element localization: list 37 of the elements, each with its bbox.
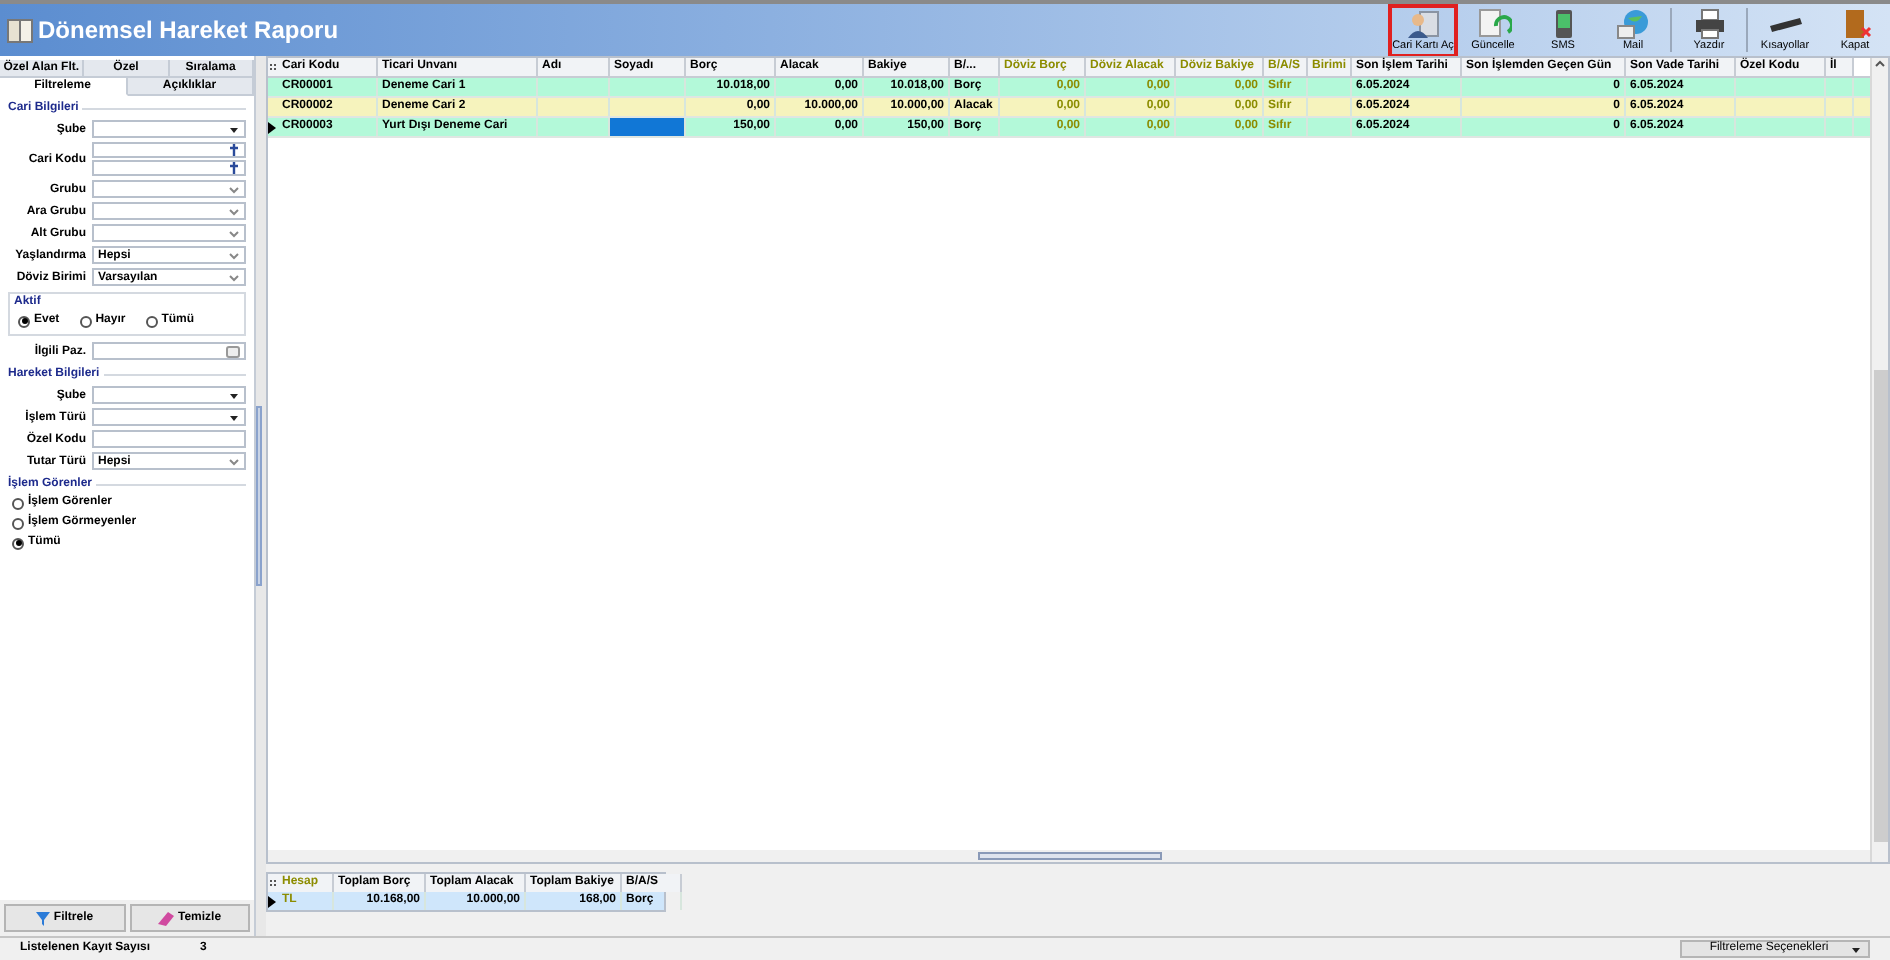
- input-field[interactable]: [92, 430, 246, 448]
- dropdown-arrow-icon: [1850, 943, 1862, 955]
- radio-button[interactable]: [79, 315, 92, 327]
- pin-icon: [228, 162, 240, 174]
- report-book-icon: [6, 17, 34, 43]
- document-refresh-icon: [1475, 7, 1511, 40]
- printer-icon: [1691, 7, 1727, 40]
- radio-button[interactable]: [12, 517, 24, 529]
- radio-button[interactable]: [145, 315, 158, 327]
- person-card-icon: [1405, 7, 1441, 40]
- scroll-up-icon[interactable]: [1874, 58, 1886, 70]
- scrollbar-thumb[interactable]: [1873, 370, 1887, 842]
- vertical-scrollbar[interactable]: [1870, 58, 1888, 862]
- input-field[interactable]: [92, 386, 246, 404]
- input-field[interactable]: [92, 160, 246, 176]
- scrollbar-thumb[interactable]: [977, 852, 1161, 860]
- funnel-icon: [35, 911, 50, 925]
- chevron-down-icon: [228, 455, 240, 467]
- radio-button[interactable]: [12, 497, 24, 509]
- splitter-grip[interactable]: [256, 406, 262, 586]
- row-pointer-icon: [268, 895, 276, 907]
- radio-button[interactable]: [18, 315, 30, 327]
- eraser-icon: [157, 911, 174, 925]
- radio-button[interactable]: [12, 537, 24, 549]
- dropdown-arrow-icon: [228, 123, 240, 135]
- input-field[interactable]: [92, 180, 246, 198]
- window-title: Dönemsel Hareket Raporu: [38, 14, 339, 48]
- input-field[interactable]: [92, 224, 246, 242]
- globe-mail-icon: [1615, 7, 1651, 40]
- input-field[interactable]: [92, 142, 246, 158]
- input-field[interactable]: [92, 120, 246, 138]
- row-pointer-icon: [268, 121, 276, 133]
- ellipsis-button-icon: [226, 345, 240, 357]
- input-field[interactable]: [92, 408, 246, 426]
- input-field[interactable]: [92, 202, 246, 220]
- pin-icon: [228, 144, 240, 156]
- input-field[interactable]: [92, 342, 246, 360]
